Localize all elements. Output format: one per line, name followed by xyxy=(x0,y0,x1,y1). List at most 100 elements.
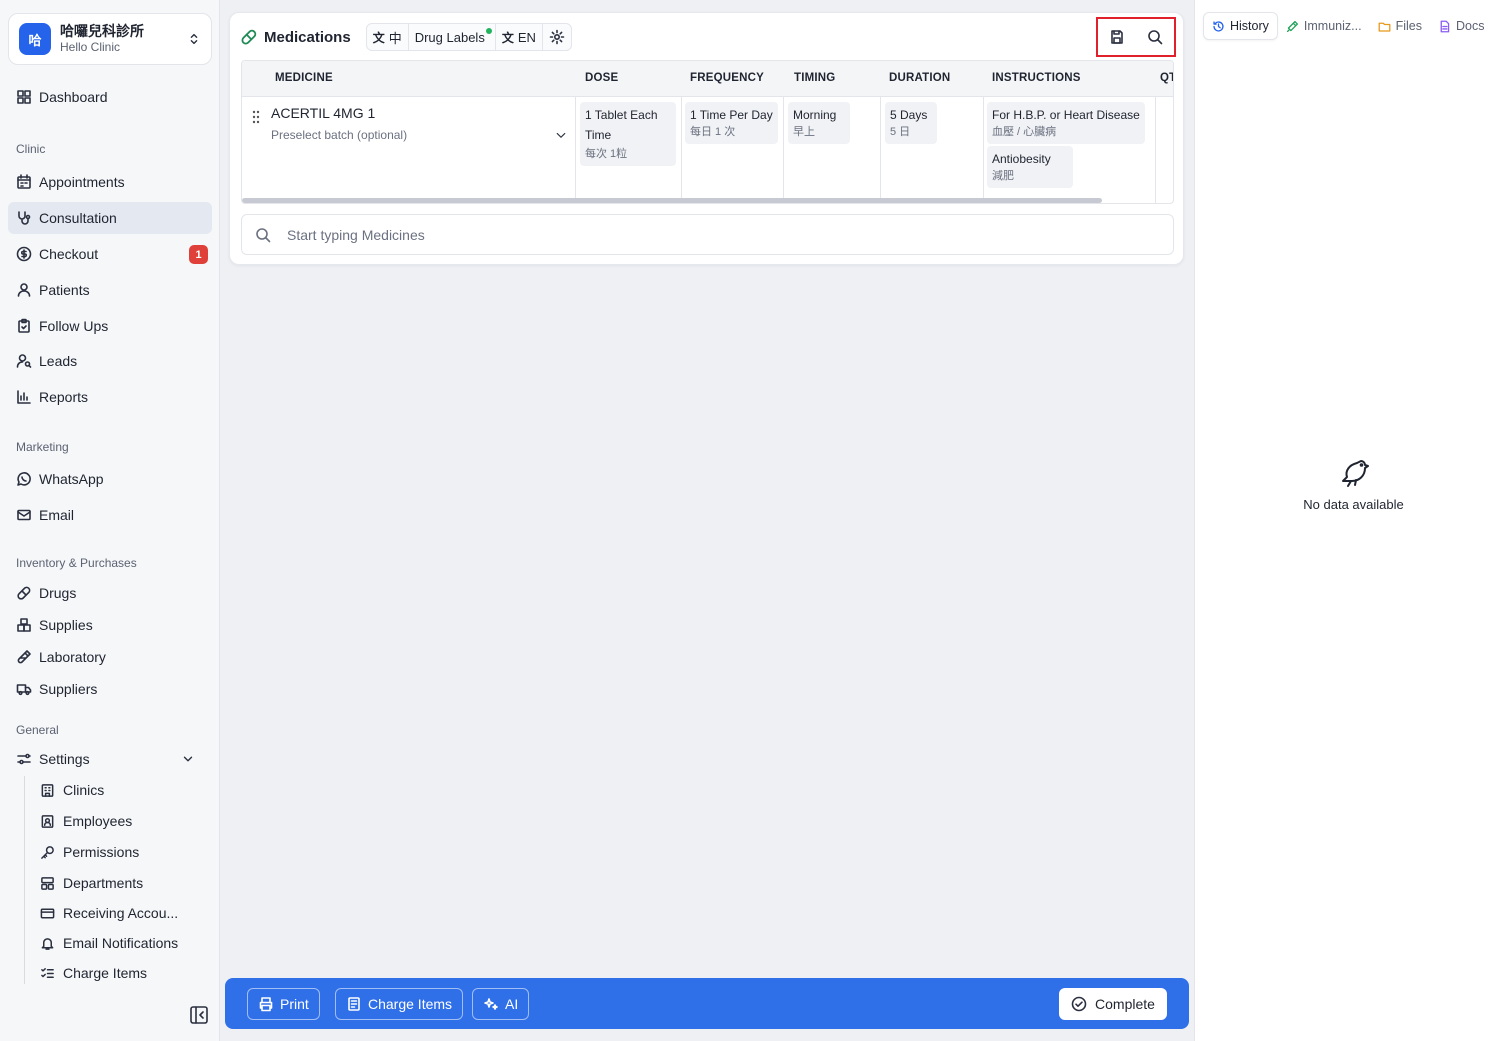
nav-leads[interactable]: Leads xyxy=(8,345,212,377)
clinic-switcher[interactable]: 哈 哈囉兒科診所 Hello Clinic xyxy=(8,13,212,65)
instruction-zh: 減肥 xyxy=(992,170,1014,182)
nav-drugs[interactable]: Drugs xyxy=(8,577,212,609)
tab-docs-label: Docs xyxy=(1455,19,1485,33)
charge-items-label: Charge Items xyxy=(368,996,453,1012)
charge-items-button[interactable]: Charge Items xyxy=(335,988,464,1020)
bird-icon xyxy=(1341,460,1369,487)
empty-state: No data available xyxy=(1195,455,1511,512)
boxes-icon xyxy=(17,618,31,632)
nav-email-label: Email xyxy=(39,507,75,523)
history-icon xyxy=(1213,20,1224,32)
duration-zh: 5 日 xyxy=(890,126,911,138)
medications-table: MEDICINE DOSE FREQUENCY TIMING DURATION … xyxy=(241,60,1174,204)
subnav-departments[interactable]: Departments xyxy=(34,869,210,897)
sidebar-collapse-icon[interactable] xyxy=(189,1005,209,1025)
nav-email[interactable]: Email xyxy=(8,499,212,531)
nav-settings[interactable]: Settings xyxy=(8,743,212,775)
print-button[interactable]: Print xyxy=(247,988,320,1020)
settings-subnav-rail xyxy=(24,776,25,984)
nav-suppliers-label: Suppliers xyxy=(39,681,98,697)
calendar-icon xyxy=(17,174,31,189)
col-dose: DOSE xyxy=(585,72,619,84)
nav-followups[interactable]: Follow Ups xyxy=(8,310,212,342)
tab-history[interactable]: History xyxy=(1203,12,1278,40)
dose-cell[interactable]: 1 Tablet Each Time 每次 1粒 xyxy=(580,102,676,166)
nav-laboratory[interactable]: Laboratory xyxy=(8,641,212,673)
check-circle-icon xyxy=(1071,996,1087,1012)
nav-patients[interactable]: Patients xyxy=(8,274,212,306)
nav-supplies[interactable]: Supplies xyxy=(8,609,212,641)
clipboard-icon xyxy=(18,318,30,333)
section-inventory: Inventory & Purchases xyxy=(16,556,137,570)
nav-reports-label: Reports xyxy=(39,389,89,405)
nav-whatsapp[interactable]: WhatsApp xyxy=(8,463,212,495)
sidebar: 哈 哈囉兒科診所 Hello Clinic Dashboard Clinic A… xyxy=(0,0,220,1041)
subnav-charge-items[interactable]: Charge Items xyxy=(34,959,210,987)
dose-text-line2: Time xyxy=(585,128,612,142)
col-qty: QT xyxy=(1160,72,1173,84)
id-badge-icon xyxy=(41,814,54,828)
layout-icon xyxy=(41,876,54,890)
col-timing: TIMING xyxy=(794,72,836,84)
right-panel: History Immuniz... Files Docs No data av… xyxy=(1194,0,1511,1041)
subnav-permissions-label: Permissions xyxy=(63,844,140,860)
timing-zh: 早上 xyxy=(793,126,815,138)
table-row: ACERTIL 4MG 1 Preselect batch (optional)… xyxy=(242,98,1173,198)
subnav-receiving-accounts[interactable]: Receiving Accou... xyxy=(34,899,210,927)
nav-checkout[interactable]: Checkout 1 xyxy=(8,238,212,270)
chevron-down-icon[interactable] xyxy=(555,129,567,141)
nav-dashboard-label: Dashboard xyxy=(39,89,108,105)
medication-settings-button[interactable] xyxy=(543,24,571,50)
drug-labels-label: Drug Labels xyxy=(414,29,485,45)
duration-cell[interactable]: 5 Days 5 日 xyxy=(885,102,937,144)
header-actions-highlight xyxy=(1096,17,1176,57)
instruction-chip[interactable]: For H.B.P. or Heart Disease 血壓 / 心臟病 xyxy=(987,102,1145,144)
complete-button[interactable]: Complete xyxy=(1059,988,1167,1020)
translate-icon: 文 xyxy=(372,30,385,45)
subnav-clinics[interactable]: Clinics xyxy=(34,776,210,804)
instruction-zh: 血壓 / 心臟病 xyxy=(992,126,1057,138)
search-icon[interactable] xyxy=(1147,29,1163,45)
language-toggle-group: 文 中 Drug Labels 文 EN xyxy=(365,23,572,51)
medications-card: Medications 文 中 Drug Labels 文 EN MEDICIN… xyxy=(229,12,1184,265)
save-template-icon[interactable] xyxy=(1109,29,1125,45)
nav-appointments[interactable]: Appointments xyxy=(8,166,212,198)
instruction-chip[interactable]: Antiobesity 減肥 xyxy=(987,146,1073,188)
horizontal-scrollbar[interactable] xyxy=(242,198,1102,203)
medicine-search-input[interactable]: Start typing Medicines xyxy=(241,214,1174,255)
syringe-icon xyxy=(1286,20,1298,32)
tab-immunizations[interactable]: Immuniz... xyxy=(1278,12,1370,40)
lang-en-button[interactable]: 文 EN xyxy=(496,24,543,50)
subnav-employees[interactable]: Employees xyxy=(34,807,210,835)
drug-labels-button[interactable]: Drug Labels xyxy=(409,24,496,50)
nav-consultation[interactable]: Consultation xyxy=(8,202,212,234)
ai-button[interactable]: AI xyxy=(472,988,530,1020)
tab-files-label: Files xyxy=(1395,19,1422,33)
nav-drugs-label: Drugs xyxy=(39,585,77,601)
tab-files[interactable]: Files xyxy=(1370,12,1430,40)
section-general: General xyxy=(16,723,59,737)
medications-title: Medications xyxy=(264,28,351,46)
nav-suppliers[interactable]: Suppliers xyxy=(8,673,212,705)
frequency-cell[interactable]: 1 Time Per Day 每日 1 次 xyxy=(685,102,778,144)
drag-handle-icon[interactable] xyxy=(251,110,261,124)
whatsapp-icon xyxy=(17,472,31,486)
subnav-email-notifications[interactable]: Email Notifications xyxy=(34,929,210,957)
lang-zh-button[interactable]: 文 中 xyxy=(367,24,409,50)
test-tube-icon xyxy=(17,650,31,664)
nav-followups-label: Follow Ups xyxy=(39,318,109,334)
bell-icon xyxy=(41,937,54,950)
nav-settings-label: Settings xyxy=(39,751,90,767)
clinic-logo: 哈 xyxy=(19,23,51,55)
credit-card-icon xyxy=(40,908,55,918)
nav-reports[interactable]: Reports xyxy=(8,381,212,413)
tab-docs[interactable]: Docs xyxy=(1430,12,1492,40)
timing-cell[interactable]: Morning 早上 xyxy=(788,102,850,144)
pill-icon xyxy=(241,29,257,45)
batch-select[interactable]: Preselect batch (optional) xyxy=(271,128,407,142)
col-duration: DURATION xyxy=(889,72,951,84)
gear-icon xyxy=(549,29,565,45)
sliders-icon xyxy=(17,753,31,765)
subnav-permissions[interactable]: Permissions xyxy=(34,838,210,866)
nav-dashboard[interactable]: Dashboard xyxy=(8,81,212,113)
